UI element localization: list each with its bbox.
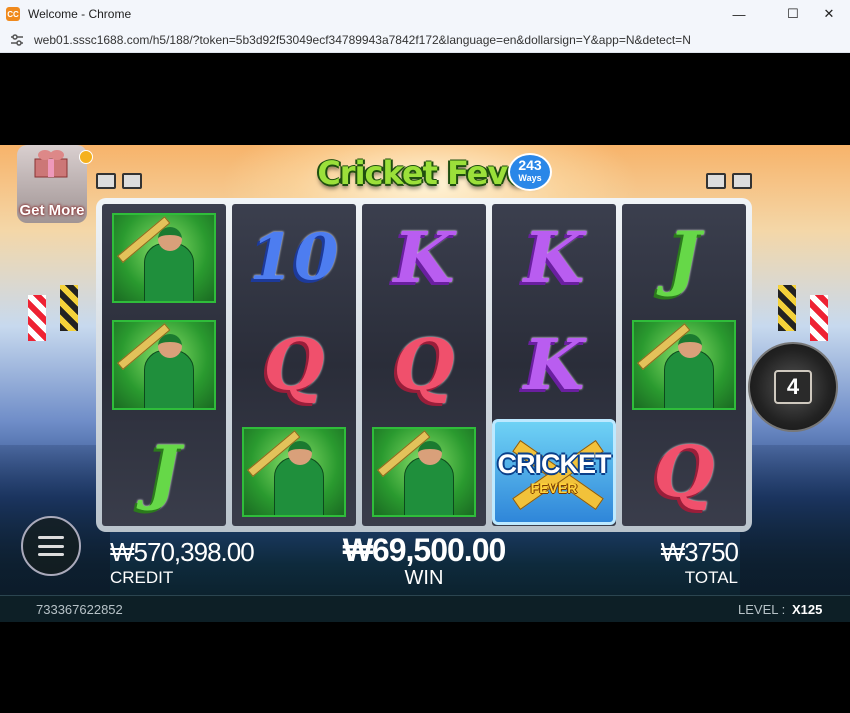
- symbol-10: 10: [249, 219, 339, 295]
- cricket-player-symbol: [632, 319, 736, 410]
- reel-1: J: [102, 204, 226, 526]
- cricket-player-symbol: [372, 427, 476, 518]
- cricket-player-symbol: [112, 212, 216, 303]
- symbol-q: Q: [393, 322, 455, 406]
- symbol-k: K: [523, 322, 585, 406]
- reel-5: JQ: [622, 204, 746, 526]
- flag-icon: [810, 295, 828, 341]
- floodlight-icon: [706, 173, 726, 189]
- reel-cell: K: [492, 204, 616, 311]
- reel-cell: K: [492, 311, 616, 418]
- symbol-k: K: [523, 215, 585, 299]
- flag-icon: [60, 285, 78, 331]
- reel-cell: [102, 204, 226, 311]
- hamburger-icon: [38, 536, 64, 556]
- reel-cell: Q: [362, 311, 486, 418]
- reel-cell: Q: [622, 419, 746, 526]
- symbol-k: K: [393, 215, 455, 299]
- ways-counter[interactable]: 4: [748, 342, 838, 432]
- reel-cell: [362, 419, 486, 526]
- notification-dot: [79, 150, 93, 164]
- wild-text-line1: CRICKET: [497, 448, 612, 479]
- window-title: Welcome - Chrome: [28, 7, 132, 21]
- floodlight-icon: [96, 173, 116, 189]
- reel-cell: [622, 311, 746, 418]
- cricket-player-symbol: [112, 319, 216, 410]
- site-settings-icon[interactable]: [10, 33, 24, 47]
- cricket-player-symbol: [242, 427, 346, 518]
- credit-value: ₩570,398.00: [110, 537, 255, 567]
- reel-frame: J 10 Q K Q K K CRICKET FEVER J Q: [96, 198, 752, 532]
- reel-2: 10 Q: [232, 204, 356, 526]
- footer-bar: 733367622852 LEVEL : X125: [0, 595, 850, 622]
- symbol-j: J: [667, 215, 701, 299]
- browser-window: CC Welcome - Chrome — ☐ ✕ web01.sssc1688…: [0, 0, 850, 713]
- app-icon: CC: [6, 7, 20, 21]
- title-bar: CC Welcome - Chrome — ☐ ✕: [0, 0, 850, 28]
- symbol-q: Q: [263, 322, 325, 406]
- total-bet-value: ₩3750: [660, 537, 739, 567]
- address-bar[interactable]: web01.sssc1688.com/h5/188/?token=5b3d92f…: [0, 28, 850, 53]
- ways-badge: 243 Ways: [508, 153, 552, 191]
- game-canvas[interactable]: Cricket Fever 243 Ways Get More J 10 Q K Q K K…: [0, 145, 850, 622]
- symbol-q: Q: [653, 430, 715, 514]
- win-value: ₩69,500.00: [342, 532, 507, 568]
- get-more-label: Get More: [19, 202, 85, 219]
- reel-cell: 10: [232, 204, 356, 311]
- wild-symbol: CRICKET FEVER: [492, 419, 616, 526]
- reel-3: KQ: [362, 204, 486, 526]
- total-bet-label: TOTAL: [684, 568, 738, 587]
- ways-badge-text: Ways: [518, 173, 542, 183]
- get-more-button[interactable]: Get More: [17, 145, 87, 223]
- level-label: LEVEL :: [738, 602, 786, 617]
- ways-badge-number: 243: [518, 157, 542, 173]
- close-button[interactable]: ✕: [806, 0, 850, 28]
- reel-cell: J: [102, 419, 226, 526]
- reel-grid: J 10 Q K Q K K CRICKET FEVER J Q: [102, 204, 746, 526]
- floodlight-icon: [732, 173, 752, 189]
- level-value: X125: [792, 602, 823, 617]
- reel-cell: J: [622, 204, 746, 311]
- win-label: WIN: [404, 567, 444, 589]
- reel-4: K K CRICKET FEVER: [492, 204, 616, 526]
- credit-label: CREDIT: [110, 568, 174, 587]
- ways-counter-value: 4: [774, 370, 812, 404]
- flag-icon: [778, 285, 796, 331]
- game-logo: Cricket Fever 243 Ways: [312, 147, 552, 199]
- gift-icon: [34, 150, 68, 178]
- reel-cell: K: [362, 204, 486, 311]
- minimize-button[interactable]: —: [716, 0, 762, 28]
- reel-cell: CRICKET FEVER: [492, 419, 616, 526]
- flag-icon: [28, 295, 46, 341]
- symbol-j: J: [147, 430, 181, 514]
- reel-cell: Q: [232, 311, 356, 418]
- url-text[interactable]: web01.sssc1688.com/h5/188/?token=5b3d92f…: [34, 33, 691, 47]
- floodlight-icon: [122, 173, 142, 189]
- session-id: 733367622852: [36, 602, 123, 617]
- reel-cell: [232, 419, 356, 526]
- menu-button[interactable]: [21, 516, 81, 576]
- reel-cell: [102, 311, 226, 418]
- wild-text-line2: FEVER: [530, 479, 578, 496]
